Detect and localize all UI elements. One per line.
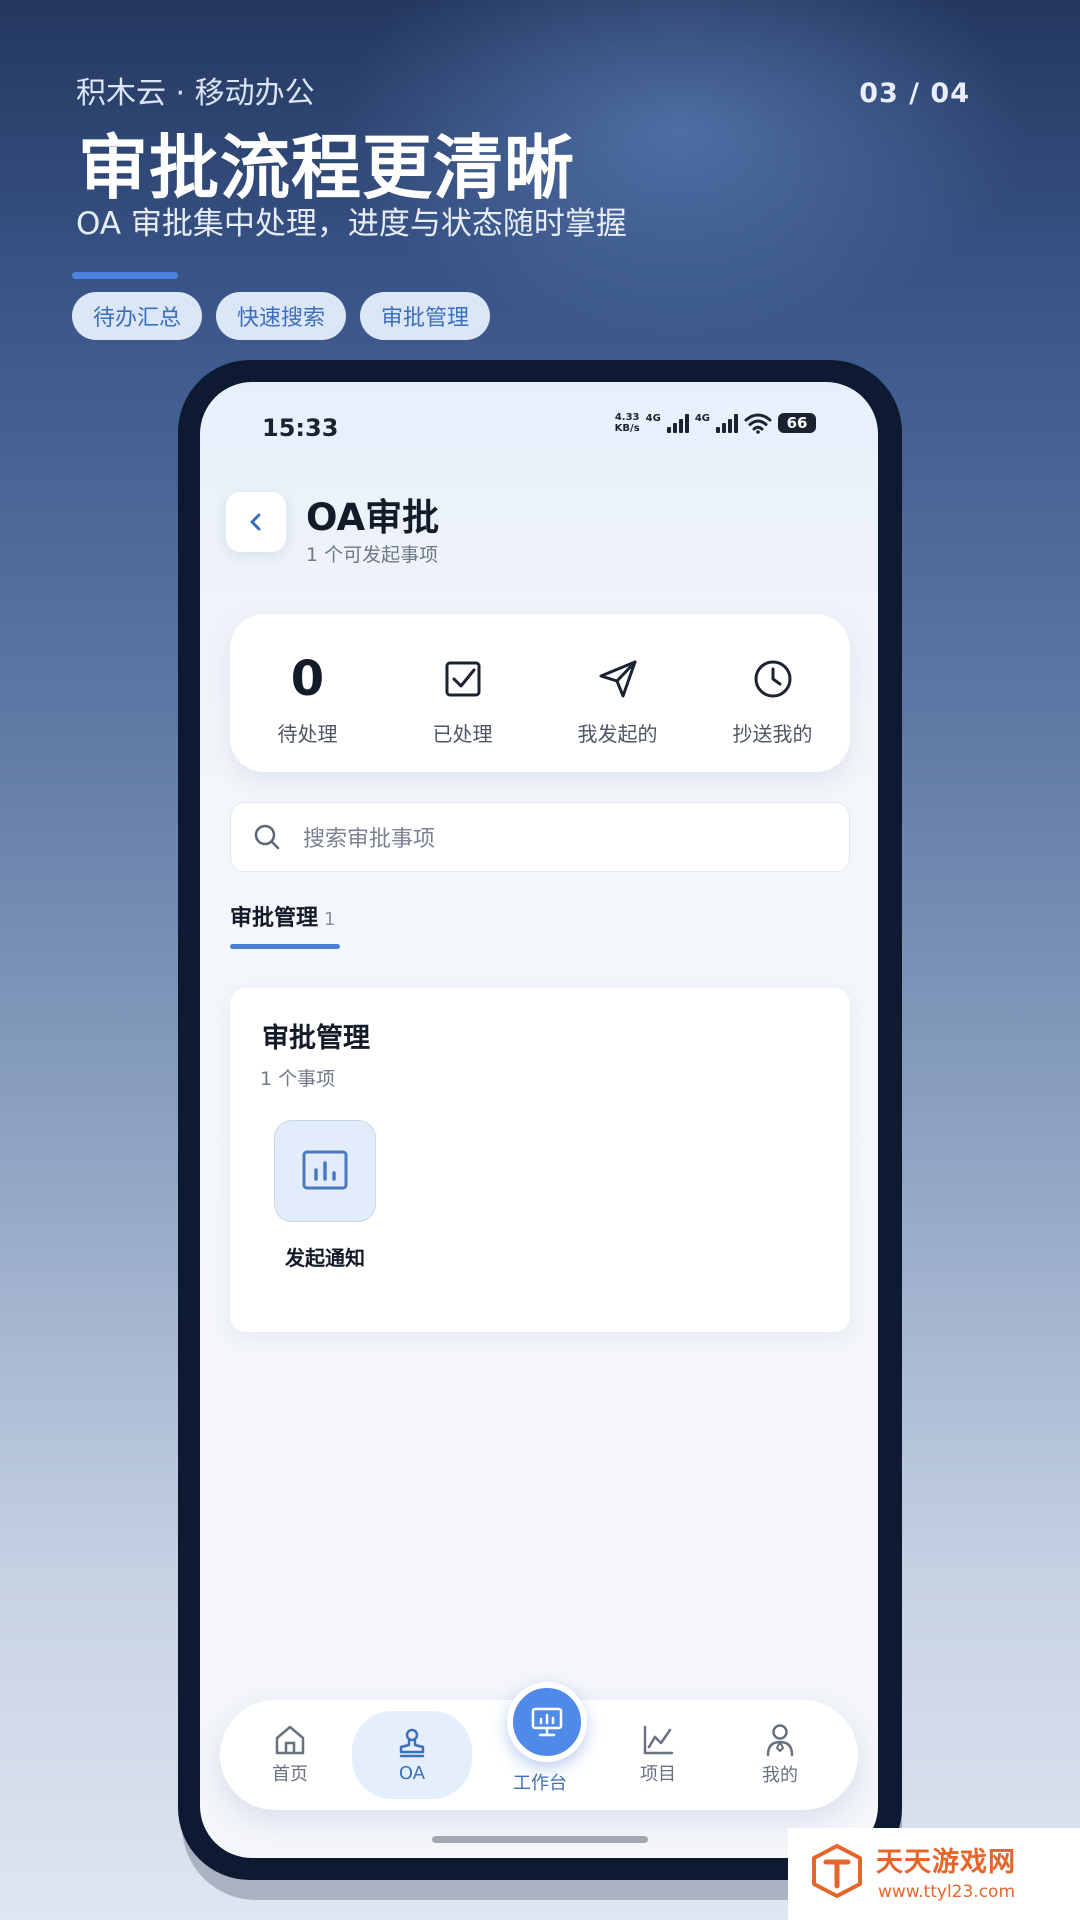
nav-label: 项目 xyxy=(640,1764,676,1785)
stat-processed[interactable]: 已处理 xyxy=(385,614,540,772)
network-rate: 4.33 KB/s xyxy=(615,412,640,434)
search-icon xyxy=(254,824,280,850)
stat-cc[interactable]: 抄送我的 xyxy=(695,614,850,772)
page-dots xyxy=(502,1814,588,1820)
feature-chip: 快速搜索 xyxy=(216,292,347,340)
stat-label: 抄送我的 xyxy=(732,722,813,746)
nav-label: 首页 xyxy=(272,1764,308,1785)
tab-label: 审批管理 xyxy=(230,906,319,931)
stat-label: 待处理 xyxy=(277,722,338,746)
stamp-icon xyxy=(399,1728,425,1757)
watermark-logo xyxy=(812,1844,862,1898)
watermark-name: 天天游戏网 xyxy=(876,1847,1016,1878)
home-icon xyxy=(275,1725,305,1755)
nav-item-profile[interactable]: 我的 xyxy=(720,1700,840,1810)
accent-bar xyxy=(72,272,178,279)
pending-count: 0 xyxy=(290,651,325,707)
feature-chip: 待办汇总 xyxy=(72,292,203,340)
watermark: 天天游戏网 www.ttyl23.com xyxy=(788,1828,1080,1920)
home-indicator[interactable] xyxy=(432,1836,648,1843)
nav-label: 我的 xyxy=(762,1765,798,1786)
nav-item-home[interactable]: 首页 xyxy=(230,1700,350,1810)
signal-icon xyxy=(666,413,689,433)
network-rate-value: 4.33 xyxy=(614,412,640,423)
wifi-icon xyxy=(744,413,772,434)
tab-count: 1 xyxy=(324,909,336,930)
clock-icon xyxy=(754,660,791,698)
item-label[interactable]: 发起通知 xyxy=(254,1242,396,1271)
status-icons: 4.33 KB/s 4G 4G 66 xyxy=(615,412,816,434)
feature-chip: 审批管理 xyxy=(360,292,491,340)
tab-underline xyxy=(230,944,340,949)
search-field[interactable]: 搜索审批事项 xyxy=(230,802,850,872)
page-indicator: 03 / 04 xyxy=(859,78,970,109)
tab-approval-management[interactable]: 审批管理 1 xyxy=(230,900,335,932)
signal-icon xyxy=(716,413,738,433)
line-chart-icon xyxy=(643,1725,674,1755)
back-button[interactable] xyxy=(226,492,286,552)
network-type: 4G xyxy=(694,412,710,424)
hero-subtitle: OA 审批集中处理，进度与状态随时掌握 xyxy=(76,206,627,242)
status-time: 15:33 xyxy=(262,414,339,442)
stat-label: 我发起的 xyxy=(577,722,658,746)
nav-item-workbench[interactable] xyxy=(507,1682,587,1762)
checkbox-icon xyxy=(445,661,480,697)
feature-chips: 待办汇总 快速搜索 审批管理 xyxy=(72,292,491,340)
section-title: 审批管理 xyxy=(262,1023,370,1054)
hero-brand: 积木云 · 移动办公 xyxy=(76,76,315,111)
search-input[interactable]: 搜索审批事项 xyxy=(303,821,435,853)
network-rate-unit: KB/s xyxy=(614,423,640,434)
monitor-icon xyxy=(531,1707,563,1737)
stat-initiated[interactable]: 我发起的 xyxy=(540,614,695,772)
nav-label: OA xyxy=(398,1762,426,1784)
section-card: 审批管理 1 个事项 发起通知 xyxy=(230,988,850,1332)
page-title: OA审批 xyxy=(306,496,440,539)
launch-notice-button[interactable] xyxy=(274,1120,376,1222)
page-subtitle: 1 个可发起事项 xyxy=(306,544,439,566)
nav-label[interactable]: 工作台 xyxy=(480,1769,600,1795)
stats-card: 0 待处理 已处理 我发起的 抄送我的 xyxy=(230,614,850,772)
section-subtitle: 1 个事项 xyxy=(260,1068,336,1090)
stat-pending[interactable]: 0 待处理 xyxy=(230,614,385,772)
chevron-left-icon xyxy=(250,513,261,531)
watermark-url: www.ttyl23.com xyxy=(878,1882,1016,1902)
battery-indicator: 66 xyxy=(778,413,816,433)
chart-icon xyxy=(302,1150,348,1190)
stat-label: 已处理 xyxy=(432,722,493,746)
nav-item-projects[interactable]: 项目 xyxy=(598,1700,718,1810)
nav-item-oa[interactable]: OA xyxy=(352,1711,472,1799)
send-icon xyxy=(599,660,636,698)
phone-screen: 15:33 4.33 KB/s 4G 4G 66 OA审批 1 个可发起事项 0… xyxy=(200,382,878,1858)
network-type: 4G xyxy=(645,412,661,424)
phone-frame: 15:33 4.33 KB/s 4G 4G 66 OA审批 1 个可发起事项 0… xyxy=(178,360,902,1880)
user-icon xyxy=(766,1724,794,1757)
